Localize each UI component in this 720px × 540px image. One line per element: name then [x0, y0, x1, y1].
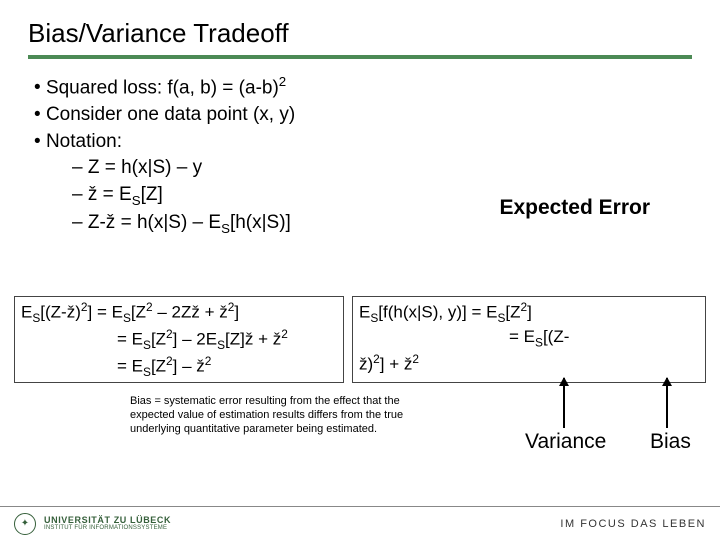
bullet-notation: Notation: — [34, 129, 692, 156]
footer-motto: IM FOCUS DAS LEBEN — [560, 518, 706, 530]
bullet-squared-loss: Squared loss: f(a, b) = (a-b)2 — [34, 73, 692, 102]
bias-definition: Bias = systematic error resulting from t… — [130, 395, 430, 436]
footer: ✦ UNIVERSITÄT ZU LÜBECK INSTITUT FÜR INF… — [0, 506, 720, 540]
arrow-bias-icon — [666, 378, 668, 428]
bullet-data-point: Consider one data point (x, y) — [34, 102, 692, 129]
derivation-left: ES[(Z-ž)2] = ES[Z2 – 2Zž + ž2] = ES[Z2] … — [14, 296, 344, 383]
university-name: UNIVERSITÄT ZU LÜBECK — [44, 516, 171, 525]
bias-label: Bias — [650, 430, 691, 454]
sub-bullet-z: Z = h(x|S) – y — [72, 155, 692, 182]
expected-error-label: Expected Error — [499, 196, 650, 220]
footer-university: ✦ UNIVERSITÄT ZU LÜBECK INSTITUT FÜR INF… — [14, 513, 171, 535]
variance-label: Variance — [525, 430, 606, 454]
university-seal-icon: ✦ — [14, 513, 36, 535]
derivation-right: ES[f(h(x|S), y)] = ES[Z2] = ES[(Z- ž)2] … — [352, 296, 706, 383]
slide-title: Bias/Variance Tradeoff — [28, 18, 692, 59]
arrow-variance-icon — [563, 378, 565, 428]
derivation-row: ES[(Z-ž)2] = ES[Z2 – 2Zž + ž2] = ES[Z2] … — [14, 296, 706, 383]
university-subtitle: INSTITUT FÜR INFORMATIONSSYSTEME — [44, 525, 171, 531]
